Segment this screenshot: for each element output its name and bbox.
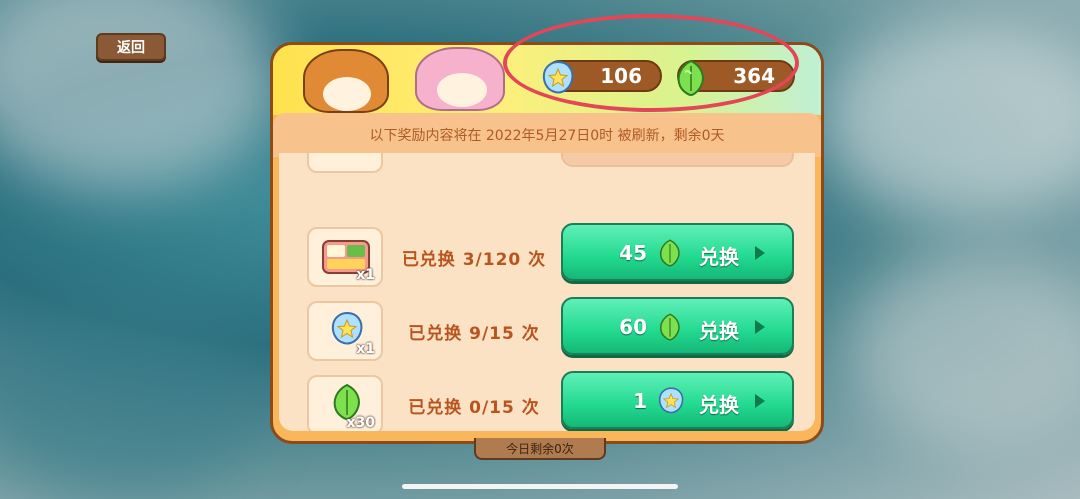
pink-cat-illustration (415, 47, 505, 111)
exchange-button[interactable]: 45 兑换 (561, 223, 794, 281)
daily-remaining-tab: 今日剩余0次 (474, 438, 606, 460)
green-leaf-gem-icon (655, 311, 685, 348)
home-indicator[interactable] (402, 484, 678, 489)
exchange-count: 已兑换 0/15 次 (408, 398, 540, 418)
list-item: x1 已兑换 9/15 次 60 兑换 (279, 297, 815, 371)
exchange-cost: 60 (619, 315, 647, 339)
list-item: x30 已兑换 0/15 次 1 兑换 (279, 371, 815, 431)
exchange-button[interactable]: 60 兑换 (561, 297, 794, 355)
play-arrow-icon (755, 246, 765, 260)
reward-item-slot: x1 (307, 301, 383, 361)
exchange-label: 兑换 (699, 319, 739, 343)
refresh-notice: 以下奖励内容将在 2022年5月27日0时 被刷新，剩余0天 (273, 113, 821, 157)
exchange-cost: 45 (619, 241, 647, 265)
exchange-button[interactable]: 1 兑换 (561, 371, 794, 429)
play-arrow-icon (755, 394, 765, 408)
exchange-label: 兑换 (699, 393, 739, 417)
blue-crystal-icon (655, 385, 687, 422)
exchange-panel: 106 364 以下奖励内容将在 2022年5月27日0时 被刷新，剩余0天 x… (270, 42, 824, 444)
orange-cat-illustration (303, 49, 389, 113)
exchange-count: 已兑换 9/15 次 (408, 324, 540, 344)
item-quantity: x30 (346, 415, 375, 431)
reward-item-slot: x1 (307, 227, 383, 287)
exchange-cost: 1 (633, 389, 647, 413)
green-leaf-gem-icon (655, 237, 685, 274)
item-quantity: x1 (356, 341, 375, 357)
back-button[interactable]: 返回 (96, 33, 166, 61)
list-item: x1 已兑换 3/120 次 45 兑换 (279, 223, 815, 297)
play-arrow-icon (755, 320, 765, 334)
exchange-label: 兑换 (699, 245, 739, 269)
annotation-circle (503, 14, 799, 112)
exchange-count: 已兑换 3/120 次 (401, 250, 547, 270)
item-quantity: x1 (356, 267, 375, 283)
reward-list[interactable]: x1 已兑换 3/120 次 45 兑换 x1 已兑换 9/15 次 60 兑换… (279, 153, 815, 431)
list-item (279, 153, 815, 183)
reward-item-slot: x30 (307, 375, 383, 431)
